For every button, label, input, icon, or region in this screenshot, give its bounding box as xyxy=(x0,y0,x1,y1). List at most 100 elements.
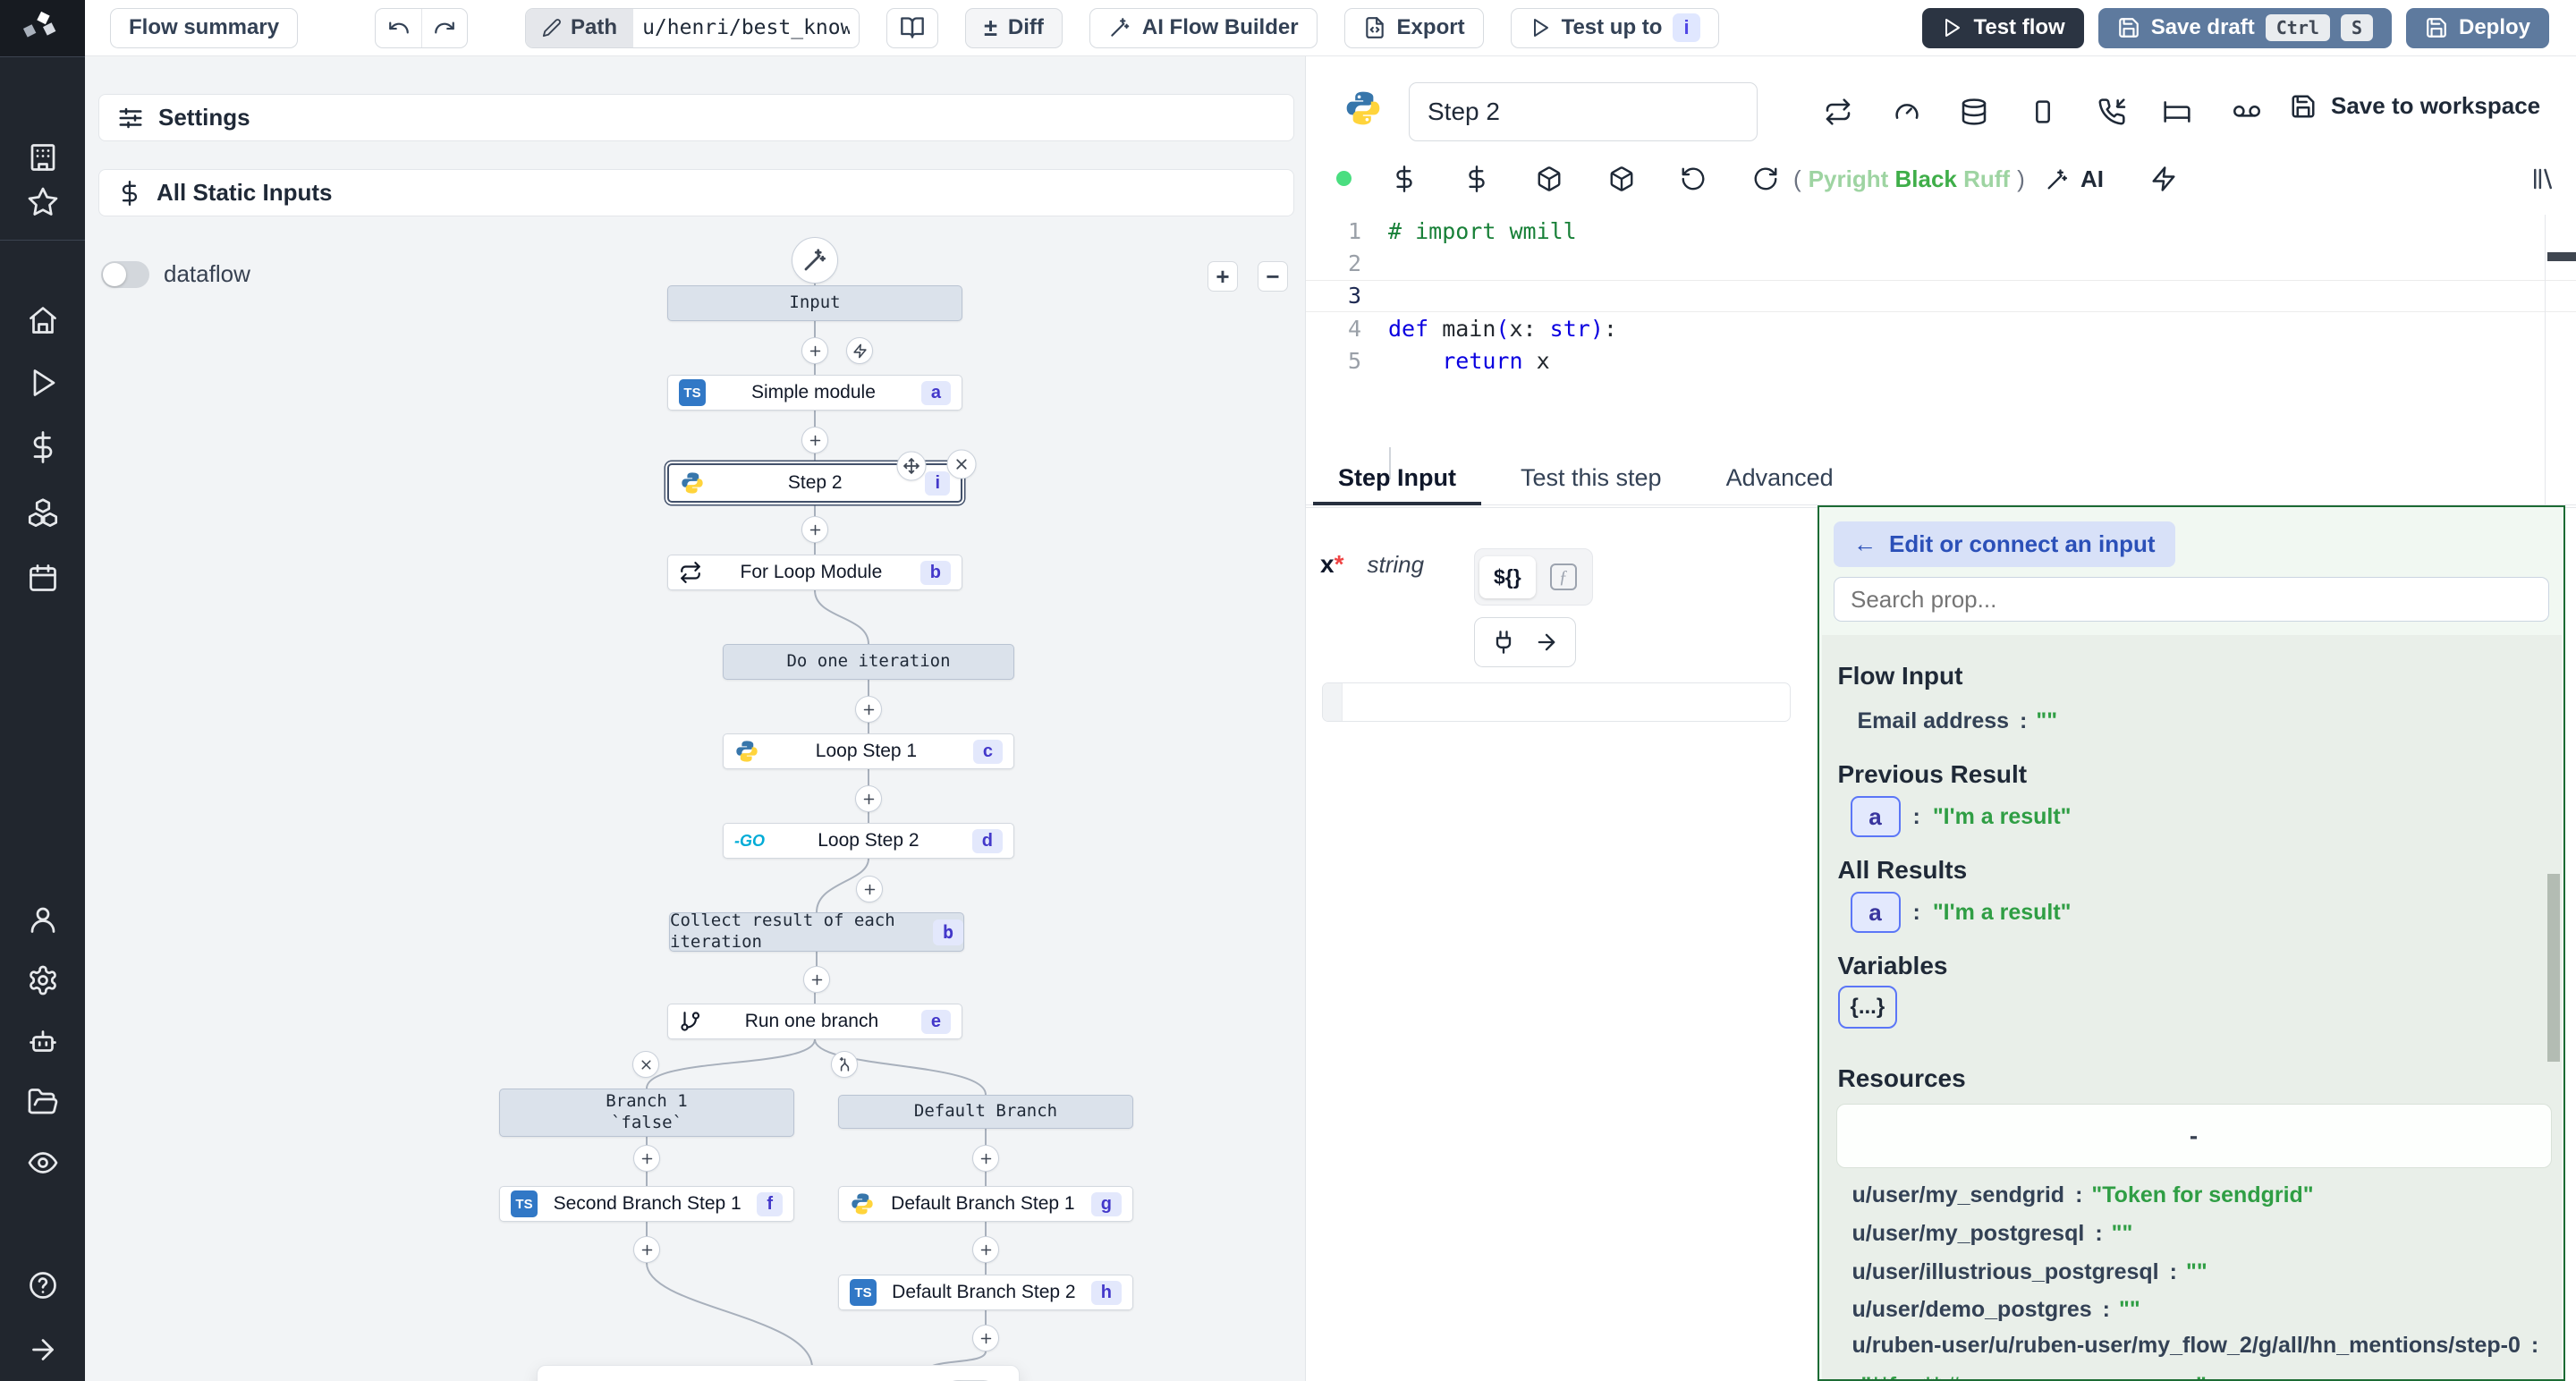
result-badge[interactable]: a xyxy=(1851,892,1901,933)
resource-row[interactable]: u/user/my_sendgrid:"Token for sendgrid" xyxy=(1852,1182,2314,1208)
insert-step-button[interactable] xyxy=(972,1236,999,1263)
save-to-workspace-button[interactable]: Save to workspace xyxy=(2290,92,2540,120)
ai-flow-builder-button[interactable]: AI Flow Builder xyxy=(1089,8,1318,48)
zap-button[interactable] xyxy=(2150,165,2177,192)
sidebar-arrow-right-icon[interactable] xyxy=(27,1334,59,1366)
rotate-ccw-button[interactable] xyxy=(1680,165,1707,192)
code-line-1[interactable]: 1# import wmill xyxy=(1306,215,2576,247)
flow-node-forloop[interactable]: For Loop Moduleb xyxy=(667,555,962,590)
windmill-logo[interactable] xyxy=(0,0,85,56)
flow-node-runbranch[interactable]: Run one branche xyxy=(667,1004,962,1039)
add-branch-button[interactable] xyxy=(831,1051,858,1078)
sidebar-building-icon[interactable] xyxy=(27,141,59,174)
voicemail-button[interactable] xyxy=(2233,97,2261,126)
diff-button[interactable]: ± Diff xyxy=(965,8,1063,48)
sidebar-dollar-icon[interactable] xyxy=(27,431,59,463)
flow-node-dbs1[interactable]: Default Branch Step 1g xyxy=(838,1186,1133,1222)
insert-step-button[interactable] xyxy=(801,427,828,453)
insert-step-button[interactable] xyxy=(633,1145,660,1172)
sidebar-calendar-icon[interactable] xyxy=(27,562,59,594)
save-draft-button[interactable]: Save draft Ctrl S xyxy=(2098,8,2392,48)
tab-test-this-step[interactable]: Test this step xyxy=(1521,452,1662,504)
tab-advanced[interactable]: Advanced xyxy=(1726,452,1834,504)
code-line-2[interactable]: 2 xyxy=(1306,247,2576,279)
insert-step-button[interactable] xyxy=(801,516,828,543)
flow-node-loop2[interactable]: -GOLoop Step 2d xyxy=(723,823,1014,859)
code-line-5[interactable]: 5 return x xyxy=(1306,345,2576,377)
flow-node-simple[interactable]: TSSimple modulea xyxy=(667,375,962,411)
smartphone-button[interactable] xyxy=(2029,97,2057,126)
move-step-button[interactable] xyxy=(897,452,927,481)
library-button[interactable] xyxy=(2529,165,2556,192)
result-badge[interactable]: a xyxy=(1851,796,1901,837)
flow-node-input[interactable]: Input xyxy=(667,285,962,321)
step-name-input[interactable] xyxy=(1409,82,1758,141)
resource-row[interactable]: u/user/my_postgresql:"" xyxy=(1852,1221,2133,1247)
add-wand-button[interactable] xyxy=(792,237,838,284)
sidebar-boxes-icon[interactable] xyxy=(27,496,59,529)
sidebar-folder-open-icon[interactable] xyxy=(27,1086,59,1118)
sidebar-home-icon[interactable] xyxy=(27,304,59,336)
insert-step-button[interactable] xyxy=(633,1236,660,1263)
gauge-button[interactable] xyxy=(1893,97,1921,126)
path-input[interactable] xyxy=(633,9,859,47)
code-line-4[interactable]: 4def main(x: str): xyxy=(1306,312,2576,344)
connect-scrollbar-thumb[interactable] xyxy=(2547,874,2560,1062)
insert-step-button[interactable] xyxy=(803,966,830,993)
test-flow-button[interactable]: Test flow xyxy=(1922,8,2083,48)
editor-scrollbar-thumb[interactable] xyxy=(2547,252,2576,261)
plug-icon[interactable] xyxy=(1491,630,1516,655)
arg-value-input[interactable] xyxy=(1322,682,1791,722)
code-line-3[interactable]: 3 xyxy=(1306,280,2576,312)
sidebar-help-circle-icon[interactable] xyxy=(27,1269,59,1301)
bed-button[interactable] xyxy=(2163,97,2191,126)
resource-row[interactable]: u/user/illustrious_postgresql:"" xyxy=(1852,1259,2207,1285)
sidebar-user-icon[interactable] xyxy=(27,903,59,936)
package-button[interactable] xyxy=(1536,165,1563,192)
remove-branch-button[interactable] xyxy=(632,1051,659,1078)
flow-node-defbranch[interactable]: Default Branch xyxy=(838,1095,1133,1129)
sidebar-gear-icon[interactable] xyxy=(27,964,59,996)
sidebar-play-icon[interactable] xyxy=(27,367,59,399)
tab-step-input[interactable]: Step Input xyxy=(1338,452,1456,504)
insert-step-button[interactable] xyxy=(855,785,882,812)
variables-badge[interactable]: {...} xyxy=(1838,986,1898,1029)
flow-node-collect[interactable]: Collect result of each iterationb xyxy=(669,912,964,952)
previous-result-row[interactable]: a:"I'm a result" xyxy=(1851,796,2072,837)
insert-step-button[interactable] xyxy=(972,1325,999,1351)
flow-node-loop1[interactable]: Loop Step 1c xyxy=(723,733,1014,769)
database-button[interactable] xyxy=(1960,97,1988,126)
insert-step-button[interactable] xyxy=(801,337,828,364)
dollar-button[interactable] xyxy=(1463,165,1490,192)
ai-button[interactable]: AI xyxy=(2045,165,2104,193)
flow-node-dbs2[interactable]: TSDefault Branch Step 2h xyxy=(838,1275,1133,1310)
function-mode-button[interactable]: ƒ xyxy=(1539,558,1588,596)
sidebar-bot-icon[interactable] xyxy=(27,1025,59,1057)
insert-step-button[interactable] xyxy=(856,876,883,902)
flow-node-branch1[interactable]: Branch 1`false` xyxy=(499,1089,794,1137)
insert-step-button[interactable] xyxy=(855,696,882,723)
undo-button[interactable] xyxy=(376,9,421,47)
deploy-button[interactable]: Deploy xyxy=(2406,8,2549,48)
all-results-row[interactable]: a:"I'm a result" xyxy=(1851,892,2072,933)
flow-node-doone[interactable]: Do one iteration xyxy=(723,644,1014,680)
arrow-right-icon[interactable] xyxy=(1534,630,1559,655)
resource-row[interactable]: u/ruben-user/u/ruben-user/my_flow_2/g/al… xyxy=(1852,1333,2539,1359)
sidebar-star-icon[interactable] xyxy=(27,186,59,218)
resource-row[interactable]: "**foo** #e we w wewe - ewe ew" xyxy=(1852,1373,2207,1381)
dollar-button[interactable] xyxy=(1391,165,1418,192)
package-button[interactable] xyxy=(1608,165,1635,192)
flow-summary-button[interactable]: Flow summary xyxy=(110,8,298,48)
test-up-to-button[interactable]: Test up to i xyxy=(1511,8,1719,48)
delete-step-button[interactable] xyxy=(947,450,977,479)
template-expr-button[interactable]: ${} xyxy=(1479,556,1536,598)
export-button[interactable]: Export xyxy=(1344,8,1484,48)
insert-step-button[interactable] xyxy=(972,1145,999,1172)
sidebar-eye-icon[interactable] xyxy=(27,1147,59,1179)
flow-input-row[interactable]: Email address:"" xyxy=(1858,708,2058,734)
docs-button[interactable] xyxy=(886,8,938,48)
rotate-cw-button[interactable] xyxy=(1752,165,1779,192)
resource-filter-box[interactable]: - xyxy=(1836,1104,2552,1168)
prop-search-input[interactable] xyxy=(1834,577,2549,622)
flow-node-sbs1[interactable]: TSSecond Branch Step 1f xyxy=(499,1186,794,1222)
